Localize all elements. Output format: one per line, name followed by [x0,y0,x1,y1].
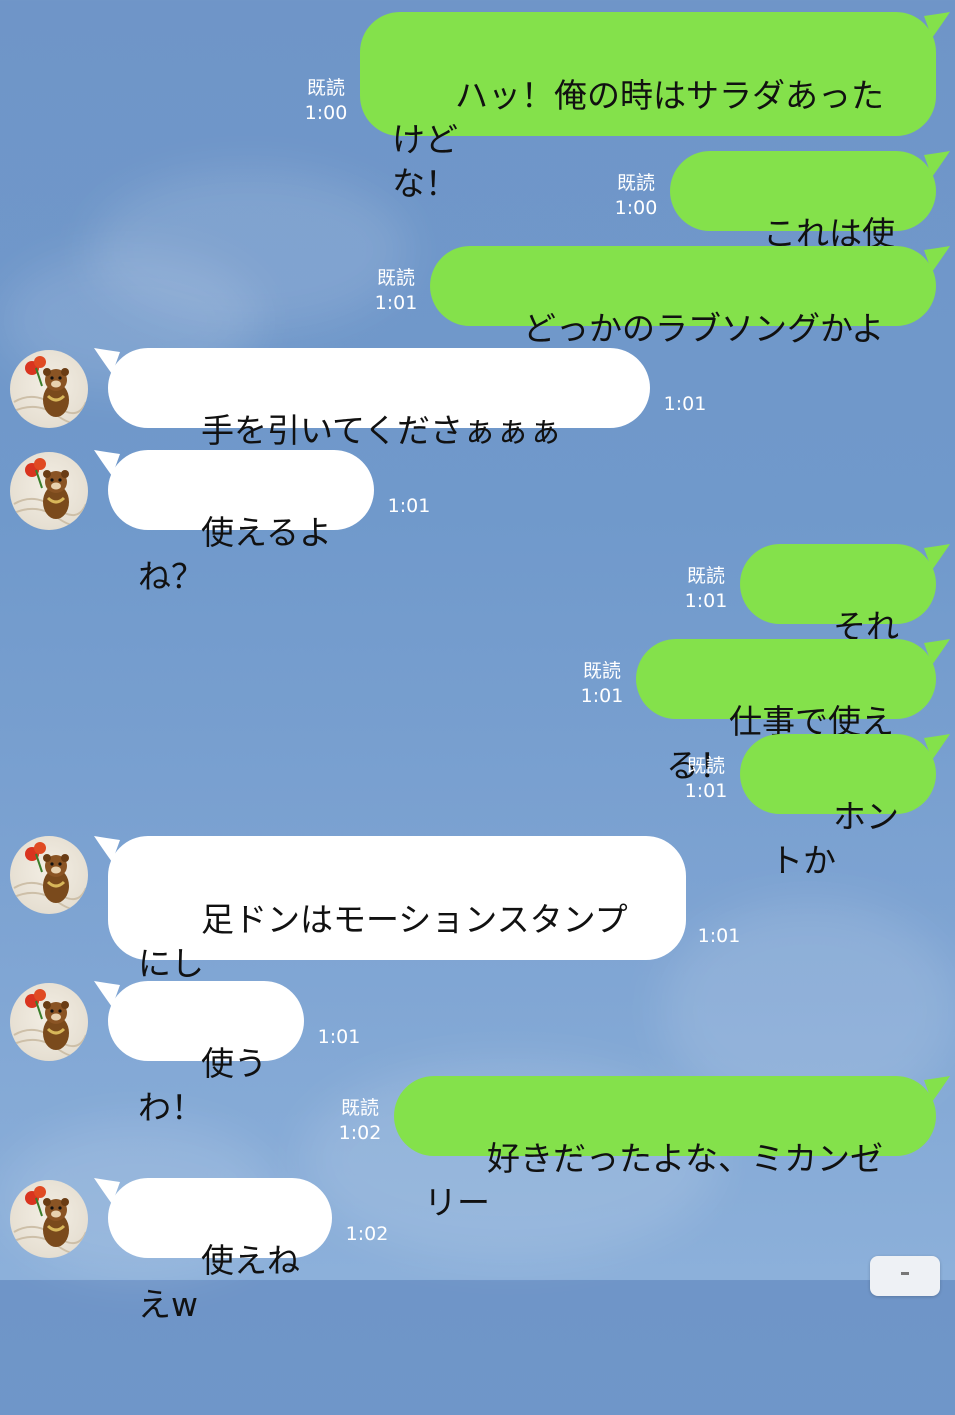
message-time: 1:00 [614,197,658,219]
message-time: 1:02 [345,1223,389,1245]
message-row: 既読 1:02 好きだったよな、ミカンゼリー [0,1076,955,1222]
outgoing-message-bubble[interactable]: 好きだったよな、ミカンゼリー [394,1076,950,1222]
message-text: 使えねえw [138,1241,300,1324]
bear-mascot-avatar-icon[interactable] [10,983,88,1061]
read-receipt: 既読 [340,1097,379,1119]
message-row: 足ドンはモーションスタンプにし ろ 1:01 [0,836,955,1027]
message-meta: 既読 1:00 [300,76,352,126]
message-meta: 既読 1:02 [334,1096,386,1146]
bubble-tail [94,981,120,1007]
outgoing-message-bubble[interactable]: それな！ [740,544,950,690]
incoming-message-bubble[interactable]: 使うわ！ [94,981,304,1127]
bubble-tail [924,639,950,665]
bubble-tail [94,348,120,374]
message-row: 既読 1:01 ホントか [0,734,955,880]
bear-mascot-avatar-icon[interactable] [10,350,88,428]
read-receipt: 既読 [582,660,621,682]
message-time: 1:01 [374,292,418,314]
message-row: 使えねえw 1:02 [0,1178,955,1324]
message-time: 1:01 [684,590,728,612]
read-receipt: 既読 [616,172,655,194]
outgoing-message-bubble[interactable]: どっかのラブソングかよっ！ [430,246,950,392]
message-row: 既読 1:01 仕事で使える！ [0,639,955,785]
incoming-message-bubble[interactable]: 足ドンはモーションスタンプにし ろ [94,836,686,1027]
message-meta: 既読 1:00 [610,171,662,221]
outgoing-message-bubble[interactable]: ハッ！俺の時はサラダあったけど な！ [360,12,950,203]
bubble-tail [924,12,950,38]
message-time: 1:01 [387,495,431,517]
message-time: 1:01 [697,925,741,947]
message-meta: 既読 1:01 [370,266,422,316]
outgoing-message-bubble[interactable]: これは使えん [670,151,950,297]
bubble-tail [94,450,120,476]
outgoing-message-bubble[interactable]: 仕事で使える！ [636,639,950,785]
bear-mascot-avatar-icon[interactable] [10,836,88,914]
read-receipt: 既読 [306,77,345,99]
message-row: 使えるよね？ 1:01 [0,450,955,596]
bubble-tail [924,1076,950,1102]
chat-area: 既読 1:00 ハッ！俺の時はサラダあったけど な！ 既読 1:00 これは使え… [0,0,955,1324]
message-time: 1:01 [663,393,707,415]
bubble-tail [94,836,120,862]
read-receipt: 既読 [686,755,725,777]
bear-mascot-avatar-icon[interactable] [10,452,88,530]
bubble-tail [924,151,950,177]
read-receipt: 既読 [376,267,415,289]
incoming-message-bubble[interactable]: 手を引いてくださぁぁぁい！！ [94,348,650,494]
message-row: 既読 1:01 どっかのラブソングかよっ！ [0,246,955,392]
message-time: 1:01 [684,780,728,802]
incoming-message-bubble[interactable]: 使えるよね？ [94,450,374,596]
message-row: 既読 1:00 ハッ！俺の時はサラダあったけど な！ [0,12,955,203]
message-meta: 既読 1:01 [680,564,732,614]
bubble-tail [924,734,950,760]
message-row: 既読 1:01 それな！ [0,544,955,690]
bubble-tail [924,246,950,272]
bubble-tail [924,544,950,570]
message-row: 既読 1:00 これは使えん [0,151,955,297]
scroll-down-button[interactable] [870,1256,940,1296]
incoming-message-bubble[interactable]: 使えねえw [94,1178,332,1324]
message-time: 1:01 [317,1026,361,1048]
message-time: 1:01 [580,685,624,707]
message-meta: 既読 1:01 [680,754,732,804]
bear-mascot-avatar-icon[interactable] [10,1180,88,1258]
scroll-down-icon [901,1272,909,1275]
bubble-tail [94,1178,120,1204]
message-meta: 既読 1:01 [576,659,628,709]
message-time: 1:00 [304,102,348,124]
read-receipt: 既読 [686,565,725,587]
outgoing-message-bubble[interactable]: ホントか [740,734,950,880]
message-row: 使うわ！ 1:01 [0,981,955,1127]
message-row: 手を引いてくださぁぁぁい！！ 1:01 [0,348,955,494]
message-time: 1:02 [338,1122,382,1144]
